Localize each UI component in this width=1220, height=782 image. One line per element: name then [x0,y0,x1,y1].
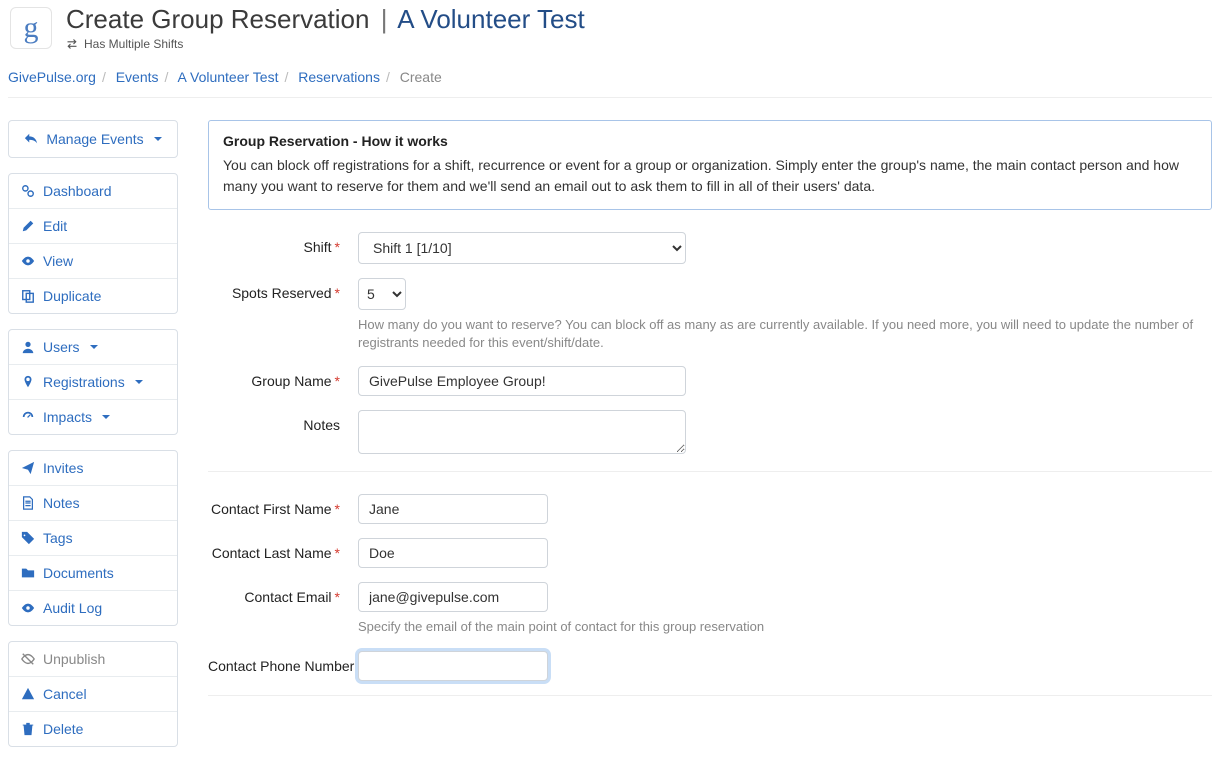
manage-events-label: Manage Events [46,131,143,147]
trash-icon [21,722,35,736]
group-name-input[interactable] [358,366,686,396]
infobox-title: Group Reservation - How it works [223,133,1197,149]
sidebar-item-registrations[interactable]: Registrations [9,364,177,399]
sidebar-item-label: Impacts [43,409,92,425]
spots-reserved-help: How many do you want to reserve? You can… [358,316,1212,352]
sidebar-item-invites[interactable]: Invites [9,451,177,485]
pencil-icon [21,219,35,233]
sidebar-item-label: Dashboard [43,183,112,199]
sidebar-item-label: Users [43,339,80,355]
section-divider [208,471,1212,472]
crumb-givepulse[interactable]: GivePulse.org [8,69,96,85]
tag-icon [21,531,35,545]
sidebar-item-audit-log[interactable]: Audit Log [9,590,177,625]
group-name-label: Group Name* [208,366,358,389]
infobox-text: You can block off registrations for a sh… [223,155,1197,197]
sidebar-item-label: Cancel [43,686,87,702]
sidebar-item-edit[interactable]: Edit [9,208,177,243]
crumb-events[interactable]: Events [116,69,159,85]
eye-slash-icon [21,652,35,666]
folder-icon [21,566,35,580]
contact-first-name-label: Contact First Name* [208,494,358,517]
how-it-works-box: Group Reservation - How it works You can… [208,120,1212,210]
sidebar-item-label: Delete [43,721,83,737]
shift-label: Shift* [208,232,358,255]
sidebar-item-label: Duplicate [43,288,101,304]
contact-phone-label: Contact Phone Number [208,651,358,674]
sidebar-item-notes[interactable]: Notes [9,485,177,520]
paper-plane-icon [21,461,35,475]
section-divider-bottom [208,695,1212,696]
crumb-current: Create [400,69,442,85]
contact-last-name-label: Contact Last Name* [208,538,358,561]
pin-icon [21,375,35,389]
crumb-event-name[interactable]: A Volunteer Test [178,69,279,85]
sidebar-item-label: View [43,253,73,269]
sidebar-item-unpublish[interactable]: Unpublish [9,642,177,676]
sidebar-item-users[interactable]: Users [9,330,177,364]
notes-label: Notes [208,410,358,433]
copy-icon [21,289,35,303]
chevron-down-icon [102,415,110,419]
title-separator: | [377,4,392,34]
page-header: g Create Group Reservation | A Volunteer… [8,0,1212,53]
sidebar-item-cancel[interactable]: Cancel [9,676,177,711]
multi-shift-badge: Has Multiple Shifts [66,37,585,51]
contact-email-help: Specify the email of the main point of c… [358,618,1212,636]
main-content: Group Reservation - How it works You can… [208,120,1212,718]
sidebar-item-view[interactable]: View [9,243,177,278]
sidebar: Manage Events Dashboard Edit View Duplic… [8,120,178,762]
chevron-down-icon [90,345,98,349]
sidebar-item-impacts[interactable]: Impacts [9,399,177,434]
title-event-name: A Volunteer Test [397,4,584,34]
sidebar-item-label: Tags [43,530,73,546]
sidebar-item-label: Edit [43,218,67,234]
gauge-icon [21,410,35,424]
sidebar-item-label: Audit Log [43,600,102,616]
sidebar-item-dashboard[interactable]: Dashboard [9,174,177,208]
transfer-icon [66,38,78,50]
sidebar-item-duplicate[interactable]: Duplicate [9,278,177,313]
warning-icon [21,687,35,701]
title-prefix: Create Group Reservation [66,4,369,34]
page-title: Create Group Reservation | A Volunteer T… [66,4,585,35]
user-icon [21,340,35,354]
contact-last-name-input[interactable] [358,538,548,568]
sidebar-item-delete[interactable]: Delete [9,711,177,746]
sidebar-item-label: Registrations [43,374,125,390]
gears-icon [21,184,35,198]
notes-textarea[interactable] [358,410,686,454]
sidebar-item-label: Invites [43,460,83,476]
sidebar-item-label: Unpublish [43,651,105,667]
contact-email-input[interactable] [358,582,548,612]
reply-icon [24,132,38,146]
eye-icon [21,254,35,268]
org-logo: g [10,7,52,49]
sidebar-item-tags[interactable]: Tags [9,520,177,555]
sidebar-item-label: Documents [43,565,114,581]
chevron-down-icon [135,380,143,384]
spots-reserved-select[interactable]: 5 [358,278,406,310]
contact-phone-input[interactable] [358,651,548,681]
file-icon [21,496,35,510]
sidebar-item-label: Notes [43,495,80,511]
manage-events-button[interactable]: Manage Events [9,121,177,157]
chevron-down-icon [154,137,162,141]
eye-icon [21,601,35,615]
contact-email-label: Contact Email* [208,582,358,605]
sidebar-item-documents[interactable]: Documents [9,555,177,590]
crumb-reservations[interactable]: Reservations [298,69,380,85]
contact-first-name-input[interactable] [358,494,548,524]
breadcrumb: GivePulse.org/ Events/ A Volunteer Test/… [8,69,1212,98]
shift-select[interactable]: Shift 1 [1/10] [358,232,686,264]
multi-shift-label: Has Multiple Shifts [84,37,183,51]
spots-reserved-label: Spots Reserved* [208,278,358,301]
